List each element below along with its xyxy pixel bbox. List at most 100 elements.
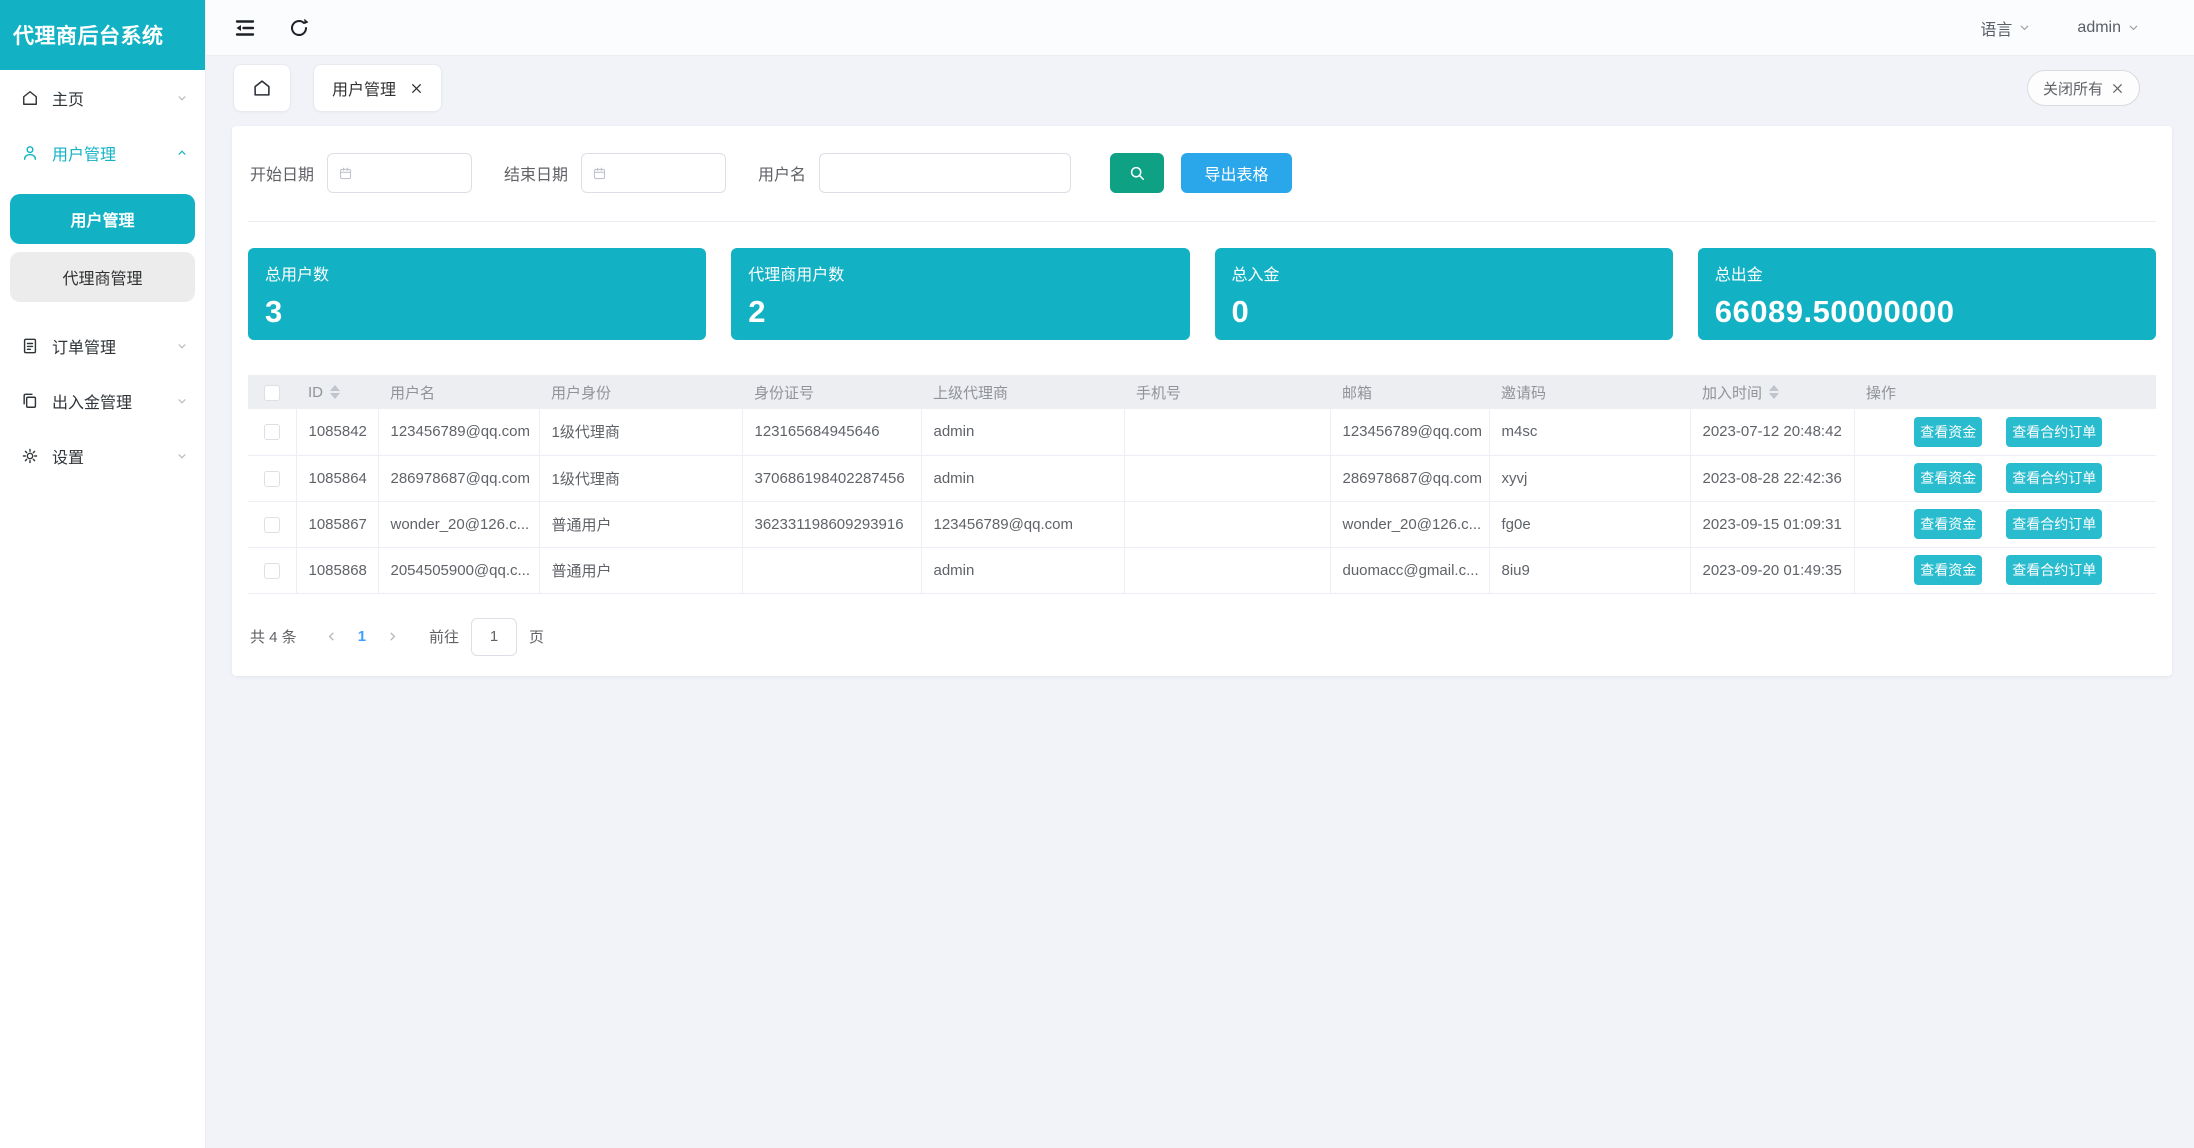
cell-role: 普通用户: [539, 501, 742, 547]
collapse-sidebar-icon[interactable]: [233, 16, 257, 40]
view-contract-orders-button[interactable]: 查看合约订单: [2006, 417, 2102, 447]
gear-icon: [20, 446, 40, 466]
cell-id: 1085864: [296, 455, 378, 501]
cell-role: 1级代理商: [539, 409, 742, 455]
row-checkbox[interactable]: [264, 517, 280, 533]
view-funds-button[interactable]: 查看资金: [1914, 463, 1982, 493]
view-funds-button[interactable]: 查看资金: [1914, 509, 1982, 539]
table-row: 1085864 286978687@qq.com 1级代理商 370686198…: [248, 455, 2156, 501]
header-role: 用户身份: [539, 375, 742, 409]
cell-invite: fg0e: [1489, 501, 1690, 547]
stat-label: 总出金: [1715, 261, 2139, 285]
header-label: ID: [308, 384, 323, 401]
cell-username: 2054505900@qq.c...: [378, 547, 539, 593]
sidebar-item-order-mgmt[interactable]: 订单管理: [0, 318, 205, 373]
sidebar-menu: 主页 用户管理 用户管理 代理商管理 订单管理: [0, 70, 205, 483]
close-icon: [2111, 82, 2124, 95]
header-id-card: 身份证号: [742, 375, 921, 409]
stat-agent-users: 代理商用户数 2: [731, 248, 1189, 340]
sort-icon[interactable]: [330, 385, 340, 399]
username-field[interactable]: [830, 165, 1060, 182]
close-all-button[interactable]: 关闭所有: [2027, 70, 2140, 106]
close-all-label: 关闭所有: [2043, 78, 2103, 99]
sidebar-item-home[interactable]: 主页: [0, 70, 205, 125]
search-button[interactable]: [1110, 153, 1164, 193]
cell-email: duomacc@gmail.c...: [1330, 547, 1489, 593]
view-funds-button[interactable]: 查看资金: [1914, 417, 1982, 447]
stat-value: 66089.50000000: [1715, 294, 2139, 330]
calendar-icon: [592, 166, 607, 181]
submenu-item-agent-mgmt[interactable]: 代理商管理: [10, 252, 195, 302]
pagination-total: 共 4 条: [250, 626, 297, 647]
user-dropdown[interactable]: admin: [2077, 19, 2140, 37]
filter-row: 开始日期 结束日期 用户名: [248, 153, 2156, 193]
sidebar-item-label: 用户管理: [52, 141, 116, 165]
start-date-field[interactable]: [361, 165, 461, 182]
row-checkbox[interactable]: [264, 471, 280, 487]
cell-email: 286978687@qq.com: [1330, 455, 1489, 501]
tab-bar: 用户管理 关闭所有: [206, 56, 2194, 112]
language-label: 语言: [1980, 16, 2012, 40]
view-contract-orders-button[interactable]: 查看合约订单: [2006, 555, 2102, 585]
language-dropdown[interactable]: 语言: [1980, 16, 2031, 40]
view-contract-orders-button[interactable]: 查看合约订单: [2006, 509, 2102, 539]
cell-parent: admin: [921, 409, 1124, 455]
next-page-icon[interactable]: [380, 630, 405, 643]
home-icon: [251, 77, 273, 99]
calendar-icon: [338, 166, 353, 181]
cell-username: wonder_20@126.c...: [378, 501, 539, 547]
sidebar-item-fund-mgmt[interactable]: 出入金管理: [0, 373, 205, 428]
export-button[interactable]: 导出表格: [1181, 153, 1292, 193]
tab-label: 用户管理: [332, 76, 396, 100]
app-title: 代理商后台系统: [0, 0, 205, 70]
cell-id: 1085842: [296, 409, 378, 455]
sidebar-item-user-mgmt[interactable]: 用户管理: [0, 125, 205, 180]
goto-label: 前往: [429, 626, 459, 647]
tab-user-mgmt[interactable]: 用户管理: [313, 64, 442, 112]
start-date-input[interactable]: [327, 153, 472, 193]
end-date-input[interactable]: [581, 153, 726, 193]
end-date-label: 结束日期: [504, 161, 568, 185]
sidebar-item-settings[interactable]: 设置: [0, 428, 205, 483]
stat-value: 0: [1232, 294, 1656, 330]
topbar-right: 语言 admin: [1980, 16, 2140, 40]
prev-page-icon[interactable]: [319, 630, 344, 643]
row-checkbox[interactable]: [264, 424, 280, 440]
cell-phone: [1124, 409, 1330, 455]
tab-home[interactable]: [233, 64, 291, 112]
sidebar: 代理商后台系统 主页 用户管理 用户管理 代理商管理: [0, 0, 206, 1148]
select-all-checkbox[interactable]: [264, 385, 280, 401]
sidebar-item-label: 设置: [52, 444, 84, 468]
view-contract-orders-button[interactable]: 查看合约订单: [2006, 463, 2102, 493]
submenu-item-user-mgmt[interactable]: 用户管理: [10, 194, 195, 244]
divider: [248, 221, 2156, 222]
document-icon: [20, 336, 40, 356]
cell-phone: [1124, 547, 1330, 593]
stat-value: 2: [748, 294, 1172, 330]
cell-join: 2023-08-28 22:42:36: [1690, 455, 1854, 501]
header-join-time[interactable]: 加入时间: [1690, 375, 1854, 409]
content-area: 用户管理 关闭所有 开始日期: [206, 56, 2194, 1148]
cell-role: 1级代理商: [539, 455, 742, 501]
cell-invite: m4sc: [1489, 409, 1690, 455]
end-date-field[interactable]: [615, 165, 715, 182]
stat-cards: 总用户数 3 代理商用户数 2 总入金 0 总出金 66089.50000000: [248, 248, 2156, 340]
close-icon[interactable]: [410, 82, 423, 95]
chevron-down-icon: [2018, 21, 2031, 34]
chevron-down-icon: [175, 394, 189, 408]
page-number-1[interactable]: 1: [358, 628, 366, 645]
header-id[interactable]: ID: [296, 375, 378, 409]
table-header-row: ID 用户名 用户身份 身份证号 上级代理商 手机号 邮箱 邀请码 加入时间: [248, 375, 2156, 409]
user-icon: [20, 143, 40, 163]
copy-files-icon: [20, 391, 40, 411]
cell-email: wonder_20@126.c...: [1330, 501, 1489, 547]
row-checkbox[interactable]: [264, 563, 280, 579]
sort-icon[interactable]: [1769, 385, 1779, 399]
refresh-icon[interactable]: [287, 16, 311, 40]
goto-page-input[interactable]: [471, 618, 517, 656]
view-funds-button[interactable]: 查看资金: [1914, 555, 1982, 585]
table-row: 1085842 123456789@qq.com 1级代理商 123165684…: [248, 409, 2156, 455]
username-input[interactable]: [819, 153, 1071, 193]
username-label: 用户名: [758, 161, 806, 185]
user-label: admin: [2077, 19, 2121, 37]
